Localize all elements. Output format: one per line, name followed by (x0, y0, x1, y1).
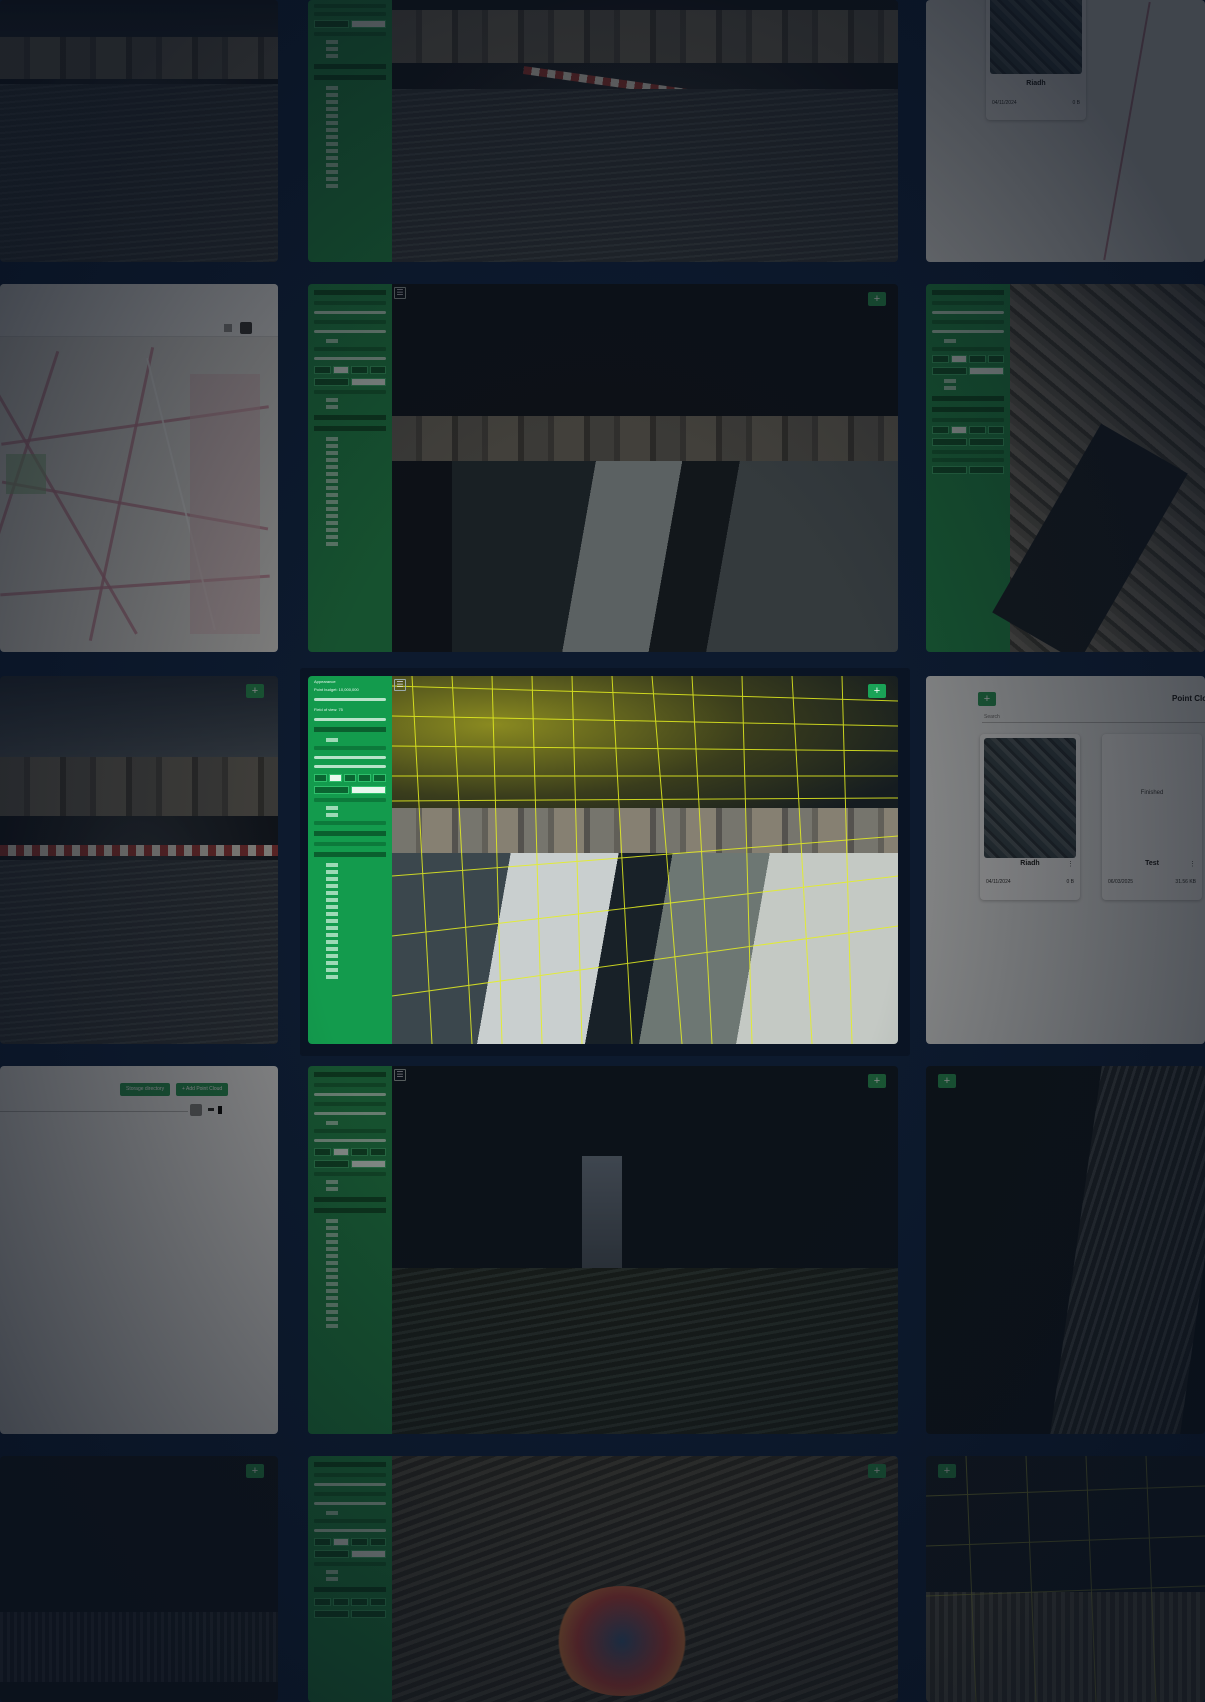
card-name: Riadh (1020, 860, 1040, 867)
menu-icon[interactable]: ☰ (394, 1069, 406, 1081)
viewer-tile-5: + (308, 1456, 898, 1702)
point-budget-slider[interactable] (314, 698, 386, 701)
thumbnail-city-night: + (0, 1456, 278, 1702)
bounding-grid (392, 676, 898, 1044)
gallery-title: Point Clo (1172, 694, 1205, 703)
viewer-tile-4: ☰ + (308, 1066, 898, 1434)
bounding-grid (926, 1456, 1205, 1702)
background-white[interactable] (358, 774, 372, 782)
thumbnail-map (0, 284, 278, 652)
thumbnail-upload-page: Storage directory + Add Point Cloud (0, 1066, 278, 1434)
card-menu-icon[interactable]: ⋮ (1189, 860, 1196, 868)
settings-panel (308, 1066, 393, 1434)
settings-panel (308, 1456, 393, 1702)
thumbnail-street-1 (0, 0, 278, 262)
menu-icon[interactable]: ☰ (394, 287, 406, 299)
add-button[interactable]: + (246, 684, 264, 698)
card-name: Riadh (1026, 80, 1046, 87)
quality-standard[interactable] (314, 786, 349, 794)
menu-icon[interactable]: ☰ (394, 679, 406, 691)
storage-button[interactable]: Storage directory (120, 1083, 171, 1096)
add-button[interactable]: + (938, 1074, 956, 1088)
gallery-logo-button[interactable]: + (978, 692, 996, 706)
card-name: Test (1145, 860, 1159, 867)
add-button[interactable]: + (868, 1464, 886, 1478)
background-gradient[interactable] (328, 774, 342, 782)
search-input[interactable]: Search (984, 714, 1000, 720)
point-budget-label: Point budget: 10,000,000 (314, 687, 359, 692)
card-menu-icon[interactable]: ⋮ (1067, 860, 1074, 868)
gallery-page: + Point Clo Search Riadh ⋮ 04/11/2024 0 … (926, 676, 1205, 1044)
viewer-tile-grid: + (926, 1456, 1205, 1702)
viewer-tile-2: ☰ + (308, 284, 898, 652)
fov-label: Field of view: 75 (314, 707, 343, 712)
add-button[interactable]: + (868, 292, 886, 306)
settings-panel (308, 0, 393, 262)
cloud-card[interactable]: Riadh ⋮ 04/11/2024 0 B (980, 734, 1080, 900)
add-button[interactable]: + (868, 684, 886, 698)
background-none[interactable] (373, 774, 386, 782)
background-black[interactable] (343, 774, 357, 782)
quality-options[interactable] (314, 786, 386, 794)
background-skybox[interactable] (314, 774, 327, 782)
card-date: 06/03/2025 (1108, 879, 1134, 885)
thumbnail-street-2: + (0, 676, 278, 1044)
thumbnail-gallery-top: Riadh 04/11/2024 0 B (926, 0, 1205, 262)
cloud-card[interactable]: Riadh 04/11/2024 0 B (986, 0, 1086, 120)
card-size: 0 B (1072, 100, 1080, 106)
settings-panel: Appearance Point budget: 10,000,000 Fiel… (308, 676, 393, 1044)
add-button[interactable]: + (868, 1074, 886, 1088)
fov-slider[interactable] (314, 718, 386, 721)
card-size: 0 B (1066, 879, 1074, 885)
card-date: 04/11/2024 (992, 100, 1017, 106)
settings-panel (926, 284, 1011, 652)
panel-title: Appearance (314, 679, 336, 684)
add-button[interactable]: + (938, 1464, 956, 1478)
card-date: 04/11/2024 (986, 879, 1011, 885)
quality-high[interactable] (351, 786, 386, 794)
card-status: Finished (1140, 790, 1164, 796)
add-button[interactable]: + (246, 1464, 264, 1478)
settings-panel (308, 284, 393, 652)
viewer-tile-coast: + (926, 1066, 1205, 1434)
viewer-tile-aerial (926, 284, 1205, 652)
cloud-card[interactable]: Finished Test ⋮ 06/03/2025 31.56 KB (1102, 734, 1202, 900)
viewer-tile-1 (308, 0, 898, 262)
add-point-cloud-button[interactable]: + Add Point Cloud (176, 1083, 229, 1096)
background-options[interactable] (314, 774, 386, 782)
viewer-main: Appearance Point budget: 10,000,000 Fiel… (308, 676, 898, 1044)
card-size: 31.56 KB (1175, 879, 1196, 885)
